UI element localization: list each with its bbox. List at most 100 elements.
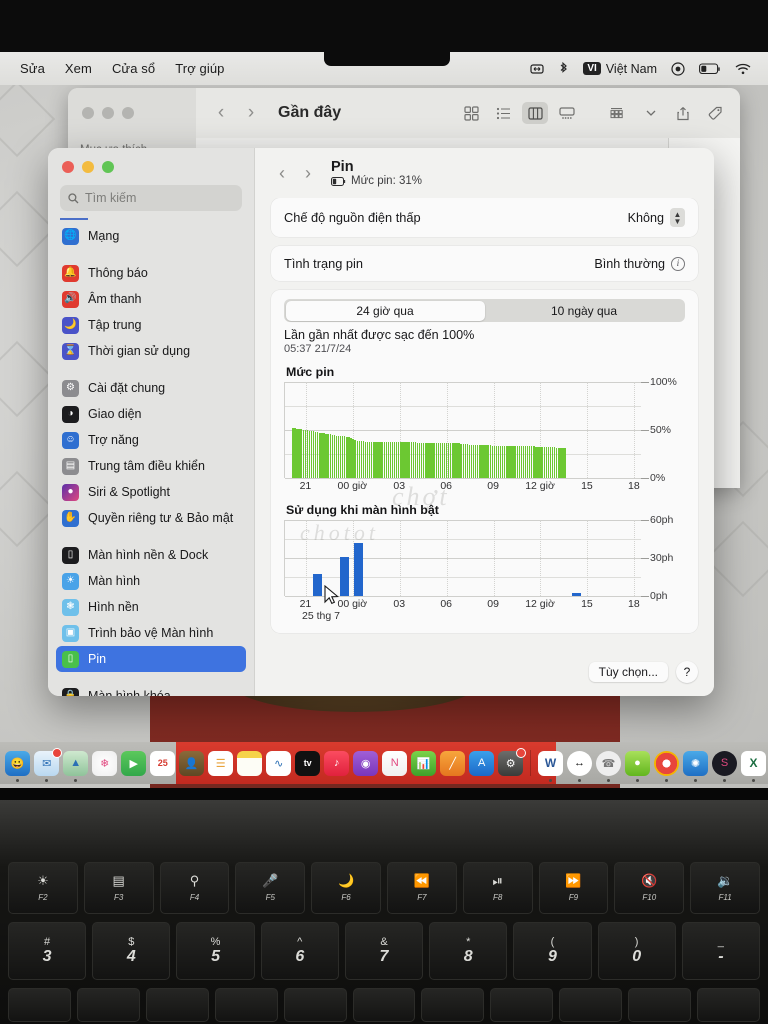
- minimize-button[interactable]: [82, 161, 94, 173]
- sidebar-item-tro-nang[interactable]: ☺ Trợ năng: [56, 427, 246, 453]
- calendar-icon[interactable]: 25: [150, 750, 176, 776]
- zalo-icon[interactable]: ●: [625, 750, 650, 782]
- info-icon[interactable]: i: [671, 256, 685, 271]
- icon-view-icon[interactable]: [458, 102, 484, 124]
- segment-24h[interactable]: 24 giờ qua: [285, 300, 485, 321]
- sidebar-item-pin[interactable]: ▯ Pin: [56, 646, 246, 672]
- bluetooth-icon[interactable]: [551, 61, 576, 76]
- teamviewer-icon[interactable]: ↔: [567, 750, 592, 782]
- finder-minimize-button[interactable]: [102, 107, 114, 119]
- key-letter[interactable]: [559, 988, 623, 1022]
- battery-health-value-group[interactable]: Bình thường i: [594, 256, 685, 271]
- sidebar-item-siri-spotlight[interactable]: ● Siri & Spotlight: [56, 479, 246, 505]
- key-5[interactable]: % 5: [176, 922, 255, 980]
- popup-stepper-icon[interactable]: ▲ ▼: [670, 208, 685, 227]
- sidebar-item-cai-dat-chung[interactable]: ⚙ Cài đặt chung: [56, 375, 246, 401]
- menu-item-cuaso[interactable]: Cửa sổ: [102, 61, 165, 76]
- chevron-down-icon[interactable]: [638, 102, 664, 124]
- key-f11[interactable]: 🔉 F11: [690, 862, 760, 914]
- sidebar-item-tap-trung[interactable]: 🌙 Tập trung: [56, 312, 246, 338]
- key-8[interactable]: * 8: [429, 922, 508, 980]
- numbers-icon[interactable]: 📊: [411, 750, 437, 776]
- news-icon[interactable]: N: [382, 750, 408, 776]
- sidebar-item-man-hinh-nen-dock[interactable]: ▯ Màn hình nền & Dock: [56, 542, 246, 568]
- sketch-icon[interactable]: S: [712, 750, 737, 782]
- sidebar-item-thong-bao[interactable]: 🔔 Thông báo: [56, 260, 246, 286]
- music-icon[interactable]: ♪: [324, 750, 350, 776]
- menu-item-sua[interactable]: Sửa: [10, 61, 55, 76]
- key-f8[interactable]: ⏯ F8: [462, 862, 533, 914]
- wifi-icon[interactable]: [728, 63, 758, 75]
- key-f9[interactable]: ⏩ F9: [538, 862, 609, 914]
- key-letter[interactable]: [145, 988, 209, 1022]
- key-letter[interactable]: [8, 988, 71, 1022]
- sidebar-item-man-hinh-khoa[interactable]: 🔒 Màn hình khóa: [56, 683, 246, 696]
- help-button[interactable]: ?: [676, 661, 698, 683]
- settings-icon[interactable]: ⚙: [498, 747, 527, 776]
- finder-close-button[interactable]: [82, 107, 94, 119]
- key-0[interactable]: ) 0: [597, 922, 676, 980]
- dock[interactable]: 😀 ✉ ▲ ❄ ▶ 25 👤 ☰ ∿ tv ♪ ◉ N 📊 ╱ A ⚙ W ↔ …: [0, 742, 768, 784]
- key-letter[interactable]: [697, 988, 760, 1022]
- notes-icon[interactable]: [237, 750, 263, 776]
- sidebar-item-trinh-bao-ve-man-hinh[interactable]: ▣ Trình bảo vệ Màn hình: [56, 620, 246, 646]
- sidebar-item-trung-tam-dieu-khien[interactable]: ▤ Trung tâm điều khiển: [56, 453, 246, 479]
- key-letter[interactable]: [76, 988, 140, 1022]
- sidebar-item-mang[interactable]: 🌐 Mạng: [56, 223, 246, 249]
- podcasts-icon[interactable]: ◉: [353, 750, 379, 776]
- menu-item-xem[interactable]: Xem: [55, 61, 102, 76]
- column-view-icon[interactable]: [522, 102, 548, 124]
- maximize-button[interactable]: [102, 161, 114, 173]
- list-view-icon[interactable]: [490, 102, 516, 124]
- appstore-icon[interactable]: A: [469, 750, 495, 776]
- time-range-segmented-control[interactable]: 24 giờ qua 10 ngày qua: [284, 299, 685, 322]
- bluetooth-app-icon[interactable]: ✺: [683, 750, 708, 782]
- contacts-icon[interactable]: 👤: [179, 750, 205, 776]
- appletv-icon[interactable]: tv: [295, 750, 321, 776]
- low-power-value-group[interactable]: Không ▲ ▼: [628, 208, 685, 227]
- sidebar-item-am-thanh[interactable]: 🔊 Âm thanh: [56, 286, 246, 312]
- key-letter[interactable]: [352, 988, 416, 1022]
- chrome-icon[interactable]: [654, 750, 679, 782]
- key-f6[interactable]: 🌙 F6: [311, 862, 381, 914]
- key-3[interactable]: #3: [8, 922, 87, 980]
- reminders-icon[interactable]: ☰: [208, 750, 234, 776]
- key-7[interactable]: & 7: [344, 922, 424, 980]
- finder-back-button[interactable]: ‹: [208, 102, 234, 124]
- gallery-view-icon[interactable]: [554, 102, 580, 124]
- back-button[interactable]: ‹: [271, 163, 293, 184]
- battery-health-row[interactable]: Tình trạng pin Bình thường i: [271, 246, 698, 281]
- key-letter[interactable]: [628, 988, 692, 1022]
- airdrop-icon[interactable]: [523, 62, 551, 76]
- key-f4[interactable]: ⚲ F4: [159, 862, 230, 914]
- sidebar-item-man-hinh[interactable]: ☀ Màn hình: [56, 568, 246, 594]
- tags-icon[interactable]: [702, 102, 728, 124]
- maps-icon[interactable]: ▲: [63, 750, 89, 782]
- key-4[interactable]: $4: [92, 922, 171, 980]
- mail-icon[interactable]: ✉: [34, 747, 63, 782]
- key-f3[interactable]: ▤ F3: [83, 862, 154, 914]
- key-f7[interactable]: ⏪ F7: [386, 862, 457, 914]
- finder-icon[interactable]: 😀: [5, 750, 31, 782]
- keynote-icon[interactable]: ╱: [440, 750, 466, 776]
- system-settings-window[interactable]: Tìm kiếm 🌐 Mạng 🔔 Thông báo 🔊 Âm thanh 🌙…: [48, 148, 714, 696]
- finder-forward-button[interactable]: ›: [238, 102, 264, 124]
- facetime-icon[interactable]: ▶: [121, 750, 147, 776]
- word-icon[interactable]: W: [538, 750, 563, 782]
- sidebar-item-quyen-rieng-tu[interactable]: ✋ Quyền riêng tư & Bảo mật: [56, 505, 246, 531]
- close-button[interactable]: [62, 161, 74, 173]
- sidebar-scroll-area[interactable]: 🌐 Mạng 🔔 Thông báo 🔊 Âm thanh 🌙 Tập trun…: [48, 218, 254, 696]
- finder-maximize-button[interactable]: [122, 107, 134, 119]
- whatsapp-icon[interactable]: ☎: [596, 750, 621, 782]
- key-letter[interactable]: [421, 988, 485, 1022]
- sidebar-item-hinh-nen[interactable]: ❃ Hình nền: [56, 594, 246, 620]
- group-by-icon[interactable]: [606, 102, 632, 124]
- key-f2[interactable]: ☀ F2: [8, 862, 78, 914]
- excel-icon[interactable]: X: [741, 750, 766, 782]
- key-6[interactable]: ^ 6: [260, 922, 339, 980]
- key-9[interactable]: (9: [513, 922, 592, 980]
- control-center-icon[interactable]: [664, 61, 692, 76]
- options-button[interactable]: Tùy chọn...: [588, 662, 668, 682]
- sidebar-item-thoi-gian-su-dung[interactable]: ⌛ Thời gian sử dụng: [56, 338, 246, 364]
- input-source-indicator[interactable]: VI Việt Nam: [576, 62, 664, 76]
